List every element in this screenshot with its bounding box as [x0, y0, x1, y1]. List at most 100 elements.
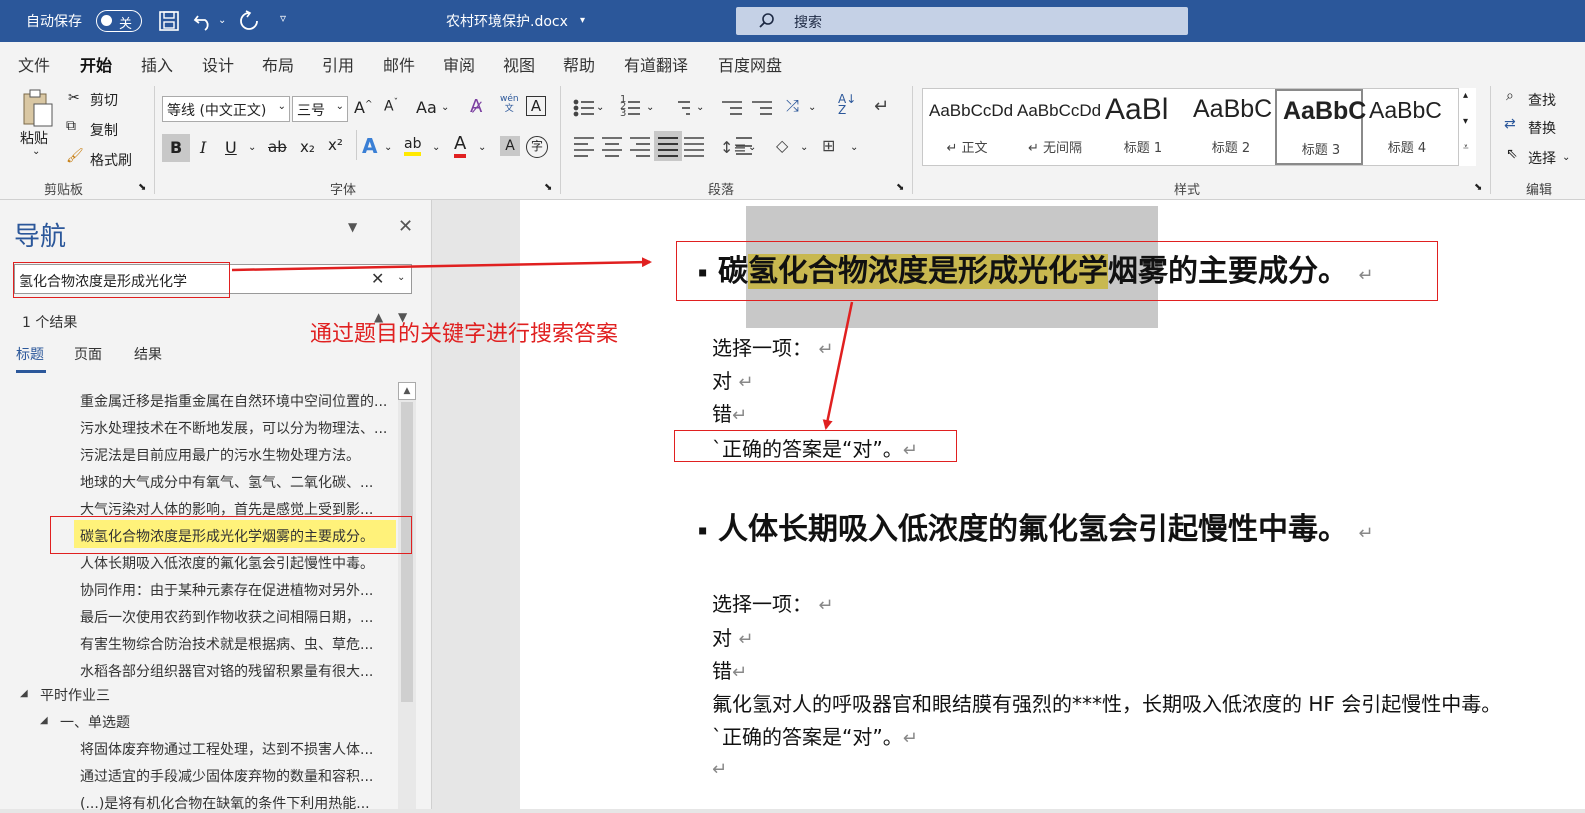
tab-design[interactable]: 设计	[202, 52, 234, 76]
tab-references[interactable]: 引用	[322, 52, 354, 76]
nav-heading-item[interactable]: 人体长期吸入低浓度的氟化氢会引起慢性中毒。	[80, 553, 392, 573]
select-dropdown-icon[interactable]: ⌄	[1562, 152, 1570, 163]
gallery-down-icon[interactable]: ▾	[1463, 116, 1468, 127]
gallery-up-icon[interactable]: ▴	[1463, 90, 1468, 101]
paste-icon[interactable]	[20, 88, 56, 128]
multilevel-dropdown-icon[interactable]: ⌄	[696, 102, 704, 113]
font-size-combo[interactable]: 三号 ⌄	[292, 96, 348, 122]
gallery-more-icon[interactable]: ⩡	[1463, 142, 1469, 153]
bold-button[interactable]: B	[170, 138, 182, 157]
paragraph-launcher-icon[interactable]: ⬊	[896, 182, 904, 193]
nav-heading-item[interactable]: 将固体废弃物通过工程处理，达到不损害人体...	[80, 739, 392, 759]
text-effects-button[interactable]: A	[362, 134, 377, 158]
superscript-button[interactable]: x²	[328, 136, 343, 154]
tab-file[interactable]: 文件	[18, 52, 50, 76]
nav-heading-item[interactable]: 协同作用：由于某种元素存在促进植物对另外...	[80, 580, 392, 600]
numbering-icon[interactable]: 123	[620, 95, 626, 119]
nav-heading-item[interactable]: 污泥法是目前应用最广的污水生物处理方法。	[80, 445, 392, 465]
nav-heading-item[interactable]: 最后一次使用农药到作物收获之间相隔日期，...	[80, 607, 392, 627]
grow-font-icon[interactable]: A^	[354, 98, 373, 117]
style-heading-1[interactable]: AaBl 标题 1	[1099, 89, 1187, 165]
cut-icon[interactable]: ✂	[68, 90, 80, 106]
copy-label[interactable]: 复制	[90, 120, 118, 140]
replace-label[interactable]: 替换	[1528, 118, 1556, 138]
font-launcher-icon[interactable]: ⬊	[544, 182, 552, 193]
paste-label[interactable]: 粘贴	[20, 128, 48, 148]
shading-icon[interactable]: ◇	[776, 136, 788, 155]
sort-icon[interactable]: A↓ Z	[838, 93, 856, 116]
find-label[interactable]: 查找	[1528, 90, 1556, 110]
undo-icon[interactable]	[192, 10, 214, 32]
nav-heading-item[interactable]: 重金属迁移是指重金属在自然环境中空间位置的...	[80, 391, 392, 411]
text-direction-icon[interactable]: ⤮	[786, 96, 799, 116]
close-icon[interactable]: ✕	[398, 216, 413, 237]
nav-heading-item[interactable]: (...)是将有机化合物在缺氧的条件下利用热能...	[80, 793, 392, 813]
format-painter-label[interactable]: 格式刷	[90, 150, 132, 170]
nav-heading-item[interactable]: 地球的大气成分中有氧气、氢气、二氧化碳、...	[80, 472, 392, 492]
char-border-icon[interactable]: A	[526, 96, 546, 116]
tab-layout[interactable]: 布局	[262, 52, 294, 76]
nav-heading-item[interactable]: 有害生物综合防治技术就是根据病、虫、草危...	[80, 634, 392, 654]
underline-button[interactable]: U	[225, 138, 237, 157]
text-direction-dropdown-icon[interactable]: ⌄	[808, 102, 816, 113]
tab-insert[interactable]: 插入	[141, 52, 173, 76]
numbering-dropdown-icon[interactable]: ⌄	[646, 102, 654, 113]
tab-mailings[interactable]: 邮件	[383, 52, 415, 76]
filename-dropdown-icon[interactable]: ▾	[580, 15, 585, 26]
select-icon[interactable]: ⇖	[1506, 146, 1518, 162]
line-spacing-icon[interactable]: ↕≡	[720, 138, 747, 157]
nav-subsection[interactable]: 一、单选题	[60, 712, 130, 732]
nav-tab-results[interactable]: 结果	[134, 344, 162, 364]
undo-dropdown-icon[interactable]: ⌄	[218, 15, 226, 26]
scroll-up-icon[interactable]: ▲	[398, 382, 416, 400]
show-marks-icon[interactable]: ↵	[874, 96, 889, 117]
tab-help[interactable]: 帮助	[563, 52, 595, 76]
nav-heading-item[interactable]: 通过适宜的手段减少固体废弃物的数量和容积...	[80, 766, 392, 786]
phonetic-guide-label[interactable]: wén 文	[500, 94, 519, 114]
customize-qat-icon[interactable]: ▿	[280, 11, 286, 25]
font-color-dropdown-icon[interactable]: ⌄	[478, 142, 486, 153]
style-heading-4[interactable]: AaBbC 标题 4	[1363, 89, 1451, 165]
nav-heading-item[interactable]: 水稻各部分组织器官对铬的残留积累量有很大...	[80, 661, 392, 681]
format-painter-icon[interactable]: 🖌	[66, 148, 84, 164]
find-icon[interactable]: ⌕	[1506, 88, 1514, 104]
search-box[interactable]: 搜索	[736, 7, 1188, 35]
style-no-spacing[interactable]: AaBbCcDd ↵ 无间隔	[1011, 89, 1101, 165]
search-options-icon[interactable]: ⌄	[397, 272, 405, 283]
style-heading-2[interactable]: AaBbC 标题 2	[1187, 89, 1275, 165]
redo-icon[interactable]	[238, 10, 260, 32]
text-effects-dropdown-icon[interactable]: ⌄	[384, 142, 392, 153]
paste-dropdown-icon[interactable]: ⌄	[32, 146, 40, 157]
font-color-button[interactable]: A	[454, 134, 467, 158]
select-label[interactable]: 选择	[1528, 148, 1556, 168]
italic-button[interactable]: I	[200, 138, 206, 157]
tab-home[interactable]: 开始	[80, 52, 113, 84]
tab-review[interactable]: 审阅	[443, 52, 475, 76]
line-spacing-dropdown-icon[interactable]: ⌄	[748, 142, 756, 153]
change-case-label[interactable]: Aa	[416, 98, 437, 117]
highlight-button[interactable]: ab	[404, 136, 422, 156]
style-normal[interactable]: AaBbCcDd ↵ 正文	[923, 89, 1013, 165]
nav-tab-pages[interactable]: 页面	[74, 344, 102, 364]
clear-search-icon[interactable]: ✕	[371, 269, 384, 288]
collapse-icon[interactable]: ◢	[40, 715, 48, 726]
font-name-combo[interactable]: 等线 (中文正文) ⌄	[162, 96, 290, 122]
shrink-font-icon[interactable]: Aˇ	[384, 98, 398, 115]
nav-tab-headings[interactable]: 标题	[16, 344, 44, 364]
nav-section[interactable]: 平时作业三	[40, 685, 110, 705]
tab-view[interactable]: 视图	[503, 52, 535, 76]
bullets-dropdown-icon[interactable]: ⌄	[596, 102, 604, 113]
replace-icon[interactable]: ⇄	[1504, 116, 1516, 132]
clear-format-icon[interactable]: A̷	[470, 96, 482, 117]
borders-icon[interactable]: ⊞	[822, 136, 835, 155]
cut-label[interactable]: 剪切	[90, 90, 118, 110]
copy-icon[interactable]: ⧉	[66, 118, 76, 134]
clipboard-launcher-icon[interactable]: ⬊	[138, 182, 146, 193]
nav-scrollbar[interactable]: ▲	[398, 382, 416, 809]
autosave-toggle[interactable]: 关	[96, 10, 142, 32]
collapse-icon[interactable]: ◢	[20, 688, 28, 699]
styles-launcher-icon[interactable]: ⬊	[1474, 182, 1482, 193]
tab-baidu[interactable]: 百度网盘	[718, 52, 782, 76]
borders-dropdown-icon[interactable]: ⌄	[850, 142, 858, 153]
highlight-dropdown-icon[interactable]: ⌄	[432, 142, 440, 153]
